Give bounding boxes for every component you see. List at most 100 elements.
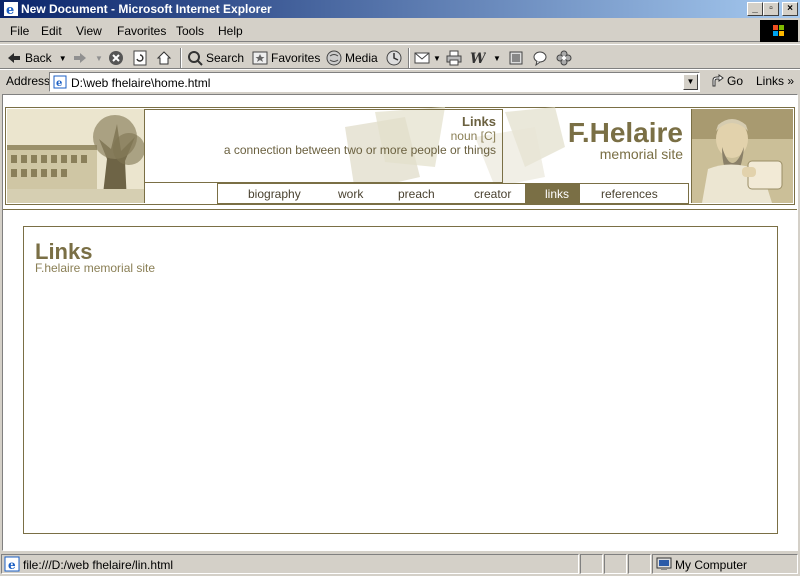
window-title: New Document - Microsoft Internet Explor…	[21, 2, 272, 16]
status-cell	[580, 554, 603, 574]
forward-button[interactable]: ▼	[72, 49, 103, 67]
back-dropdown-icon[interactable]: ▼	[59, 54, 67, 63]
ie-window: e New Document - Microsoft Internet Expl…	[0, 0, 800, 576]
search-button[interactable]: Search	[187, 49, 244, 67]
go-button[interactable]: Go	[710, 74, 743, 88]
building-photo	[7, 109, 145, 203]
nav-references[interactable]: references	[601, 187, 658, 201]
status-cell	[628, 554, 651, 574]
status-cell	[604, 554, 627, 574]
building-illustration	[7, 109, 144, 203]
go-label: Go	[727, 74, 744, 88]
favorites-button[interactable]: Favorites	[252, 49, 320, 67]
messenger-button[interactable]	[532, 49, 548, 67]
site-tagline: memorial site	[599, 146, 683, 162]
discuss-button[interactable]	[508, 49, 524, 67]
discuss-icon	[509, 51, 523, 65]
toolbar-separator	[408, 48, 410, 68]
maximize-button[interactable]: ▫	[763, 2, 779, 16]
definition-part-of-speech: noun [C]	[450, 129, 496, 143]
standard-toolbar: Back ▼ ▼ Search Favorites Media ▼ W ▼	[0, 44, 800, 69]
site-nav: biography work preach creator links refe…	[217, 183, 689, 204]
menu-help[interactable]: Help	[218, 24, 243, 38]
ie-logo-icon: e	[4, 2, 18, 17]
address-value: D:\web fhelaire\home.html	[71, 76, 211, 90]
computer-icon	[656, 557, 672, 570]
svg-text:e: e	[8, 558, 16, 572]
close-button[interactable]: ×	[782, 2, 798, 16]
definition-box: Links noun [C] a connection between two …	[145, 109, 503, 183]
home-button[interactable]	[156, 49, 172, 67]
media-label: Media	[345, 51, 378, 65]
nav-biography[interactable]: biography	[248, 187, 301, 201]
header-divider	[3, 209, 797, 210]
toolbar-separator	[180, 48, 182, 68]
svg-text:e: e	[6, 3, 14, 17]
definition-meaning: a connection between two or more people …	[223, 143, 496, 157]
security-zone[interactable]: My Computer	[652, 554, 798, 574]
menu-bar: File Edit View Favorites Tools Help	[0, 20, 800, 42]
site-header: Links noun [C] a connection between two …	[5, 107, 795, 205]
links-toolbar-label: Links	[756, 74, 785, 88]
svg-text:W: W	[470, 51, 486, 66]
address-bar: Address e D:\web fhelaire\home.html ▼ Go…	[0, 69, 800, 93]
menu-favorites[interactable]: Favorites	[117, 24, 166, 38]
page-viewport: Links noun [C] a connection between two …	[2, 94, 798, 551]
refresh-button[interactable]	[132, 49, 148, 67]
media-icon	[326, 50, 342, 66]
research-button[interactable]	[556, 49, 572, 67]
nav-creator[interactable]: creator	[474, 187, 511, 201]
back-label: Back	[25, 51, 52, 65]
forward-arrow-icon	[74, 53, 86, 63]
back-arrow-icon	[8, 53, 20, 63]
forward-dropdown-icon[interactable]: ▼	[95, 54, 103, 63]
status-text: file:///D:/web fhelaire/lin.html	[23, 558, 174, 572]
back-button[interactable]: Back ▼	[6, 49, 67, 67]
menu-view[interactable]: View	[76, 24, 102, 38]
flower-icon	[556, 50, 572, 66]
print-button[interactable]	[446, 49, 462, 67]
go-arrow-icon	[712, 74, 724, 87]
menu-file[interactable]: File	[10, 24, 29, 38]
address-dropdown-icon[interactable]: ▼	[683, 74, 698, 90]
refresh-icon	[133, 50, 147, 66]
address-label: Address	[6, 74, 51, 88]
mail-button[interactable]: ▼	[414, 49, 441, 67]
stop-button[interactable]	[108, 49, 124, 67]
media-button[interactable]: Media	[326, 49, 378, 67]
site-brand: F.Helaire memorial site	[568, 119, 683, 162]
menu-edit[interactable]: Edit	[41, 24, 62, 38]
content-panel: Links F.helaire memorial site	[23, 226, 778, 534]
definition-word: Links	[462, 114, 496, 129]
word-edit-icon: W	[470, 51, 486, 66]
minimize-button[interactable]: _	[747, 2, 763, 16]
favorites-label: Favorites	[271, 51, 321, 65]
nav-preach[interactable]: preach	[398, 187, 435, 201]
windows-flag-icon	[773, 25, 785, 37]
edit-dropdown-icon[interactable]: ▼	[493, 54, 501, 63]
address-input[interactable]: e D:\web fhelaire\home.html ▼	[49, 72, 700, 92]
favorites-star-icon	[252, 51, 268, 65]
menu-tools[interactable]: Tools	[176, 24, 204, 38]
edit-word-button[interactable]: W ▼	[470, 49, 501, 67]
mail-dropdown-icon[interactable]: ▼	[433, 54, 441, 63]
portrait-photo	[691, 109, 793, 203]
stop-icon	[109, 51, 123, 65]
svg-text:e: e	[56, 78, 62, 89]
links-toolbar[interactable]: Links »	[756, 74, 794, 88]
nav-work[interactable]: work	[338, 187, 363, 201]
history-button[interactable]	[386, 49, 402, 67]
title-bar: e New Document - Microsoft Internet Expl…	[0, 0, 800, 18]
history-icon	[386, 50, 402, 66]
panel-subheading: F.helaire memorial site	[35, 261, 156, 275]
chat-bubble-icon	[533, 51, 547, 66]
print-icon	[446, 50, 462, 66]
chevron-right-icon: »	[787, 74, 795, 88]
search-label: Search	[206, 51, 245, 65]
nav-links[interactable]: links	[545, 187, 569, 201]
zone-label: My Computer	[675, 558, 748, 572]
windows-logo	[760, 20, 798, 42]
mail-icon	[414, 52, 430, 64]
status-bar: e file:///D:/web fhelaire/lin.html My Co…	[0, 552, 800, 576]
page-icon: e	[4, 556, 20, 572]
